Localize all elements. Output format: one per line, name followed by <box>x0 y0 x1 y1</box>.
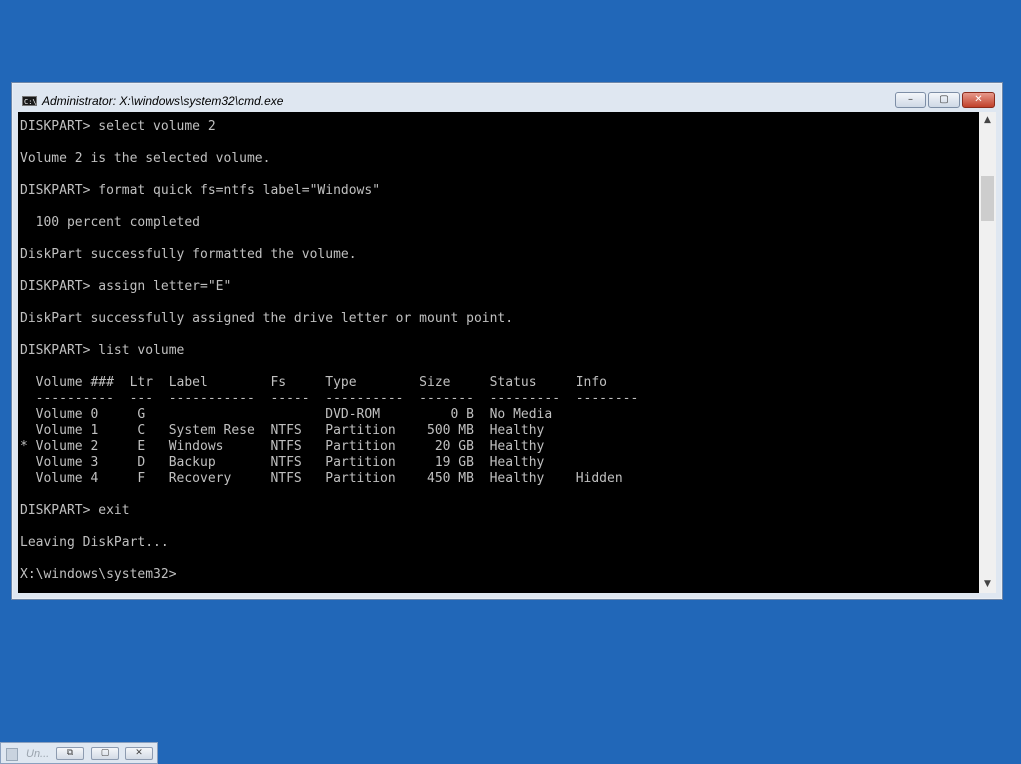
cmd-window: C:\. Administrator: X:\windows\system32\… <box>11 82 1003 600</box>
console-line: DiskPart successfully assigned the drive… <box>20 311 514 326</box>
minimize-button[interactable]: – <box>895 92 926 108</box>
window-title: Administrator: X:\windows\system32\cmd.e… <box>42 94 284 108</box>
scroll-down-arrow[interactable]: ▼ <box>979 576 996 593</box>
console-text: DISKPART> select volume 2 Volume 2 is th… <box>18 112 979 583</box>
maximize-button[interactable]: ▢ <box>91 747 119 760</box>
console-line: Volume 4 F Recovery NTFS Partition 450 M… <box>20 471 623 486</box>
scroll-thumb[interactable] <box>981 176 994 221</box>
minimized-window[interactable]: Un... ⧉ ▢ ✕ <box>0 742 158 764</box>
console-line: DISKPART> select volume 2 <box>20 119 216 134</box>
console-line: Volume 2 is the selected volume. <box>20 151 271 166</box>
console-line: 100 percent completed <box>20 215 201 230</box>
scroll-up-arrow[interactable]: ▲ <box>979 112 996 129</box>
close-button[interactable]: ✕ <box>962 92 995 108</box>
console-line: DiskPart successfully formatted the volu… <box>20 247 357 262</box>
console-line: DISKPART> assign letter="E" <box>20 279 232 294</box>
maximize-button[interactable]: ▢ <box>928 92 960 108</box>
console-line: DISKPART> list volume <box>20 343 185 358</box>
cmd-icon: C:\. <box>22 96 37 106</box>
vertical-scrollbar[interactable]: ▲ ▼ <box>979 112 996 593</box>
console-line: Volume ### Ltr Label Fs Type Size Status… <box>20 375 607 390</box>
close-button[interactable]: ✕ <box>125 747 153 760</box>
console-line: X:\windows\system32> <box>20 567 177 582</box>
console-output[interactable]: DISKPART> select volume 2 Volume 2 is th… <box>18 112 979 593</box>
console-line: Leaving DiskPart... <box>20 535 169 550</box>
title-bar[interactable]: C:\. Administrator: X:\windows\system32\… <box>12 83 1002 113</box>
minimized-window-title: Un... <box>26 748 50 760</box>
notepad-icon <box>6 748 18 761</box>
console-line: DISKPART> format quick fs=ntfs label="Wi… <box>20 183 381 198</box>
console-line: ---------- --- ----------- ----- -------… <box>20 391 639 406</box>
console-line: * Volume 2 E Windows NTFS Partition 20 G… <box>20 439 545 454</box>
console-line: Volume 0 G DVD-ROM 0 B No Media <box>20 407 553 422</box>
console-line: DISKPART> exit <box>20 503 130 518</box>
console-line: Volume 1 C System Rese NTFS Partition 50… <box>20 423 545 438</box>
restore-button[interactable]: ⧉ <box>56 747 84 760</box>
console-line: Volume 3 D Backup NTFS Partition 19 GB H… <box>20 455 545 470</box>
